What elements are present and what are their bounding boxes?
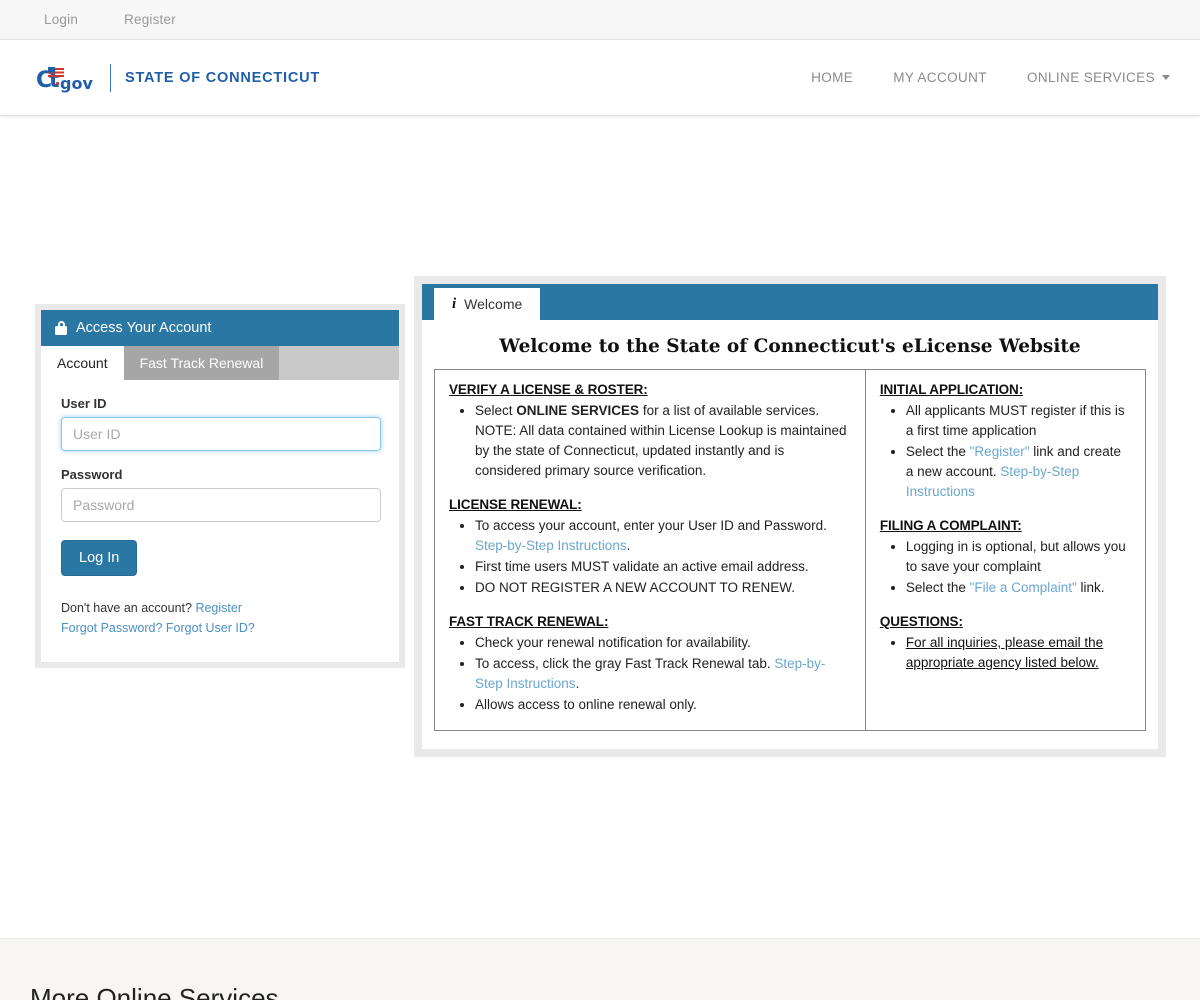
nav-item-my-account[interactable]: MY ACCOUNT	[893, 70, 987, 85]
register-quoted-link[interactable]: "Register"	[970, 444, 1030, 459]
step-by-step-instructions-link-renewal[interactable]: Step-by-Step Instructions	[475, 538, 627, 553]
complaint-list: Logging in is optional, but allows you t…	[880, 537, 1131, 598]
login-form: User ID Password Log In Don't have an ac…	[41, 380, 399, 662]
initial-text-a: Select the	[905, 444, 970, 459]
welcome-tabbar: i Welcome	[422, 284, 1158, 320]
renewal-list: To access your account, enter your User …	[449, 516, 851, 598]
login-card-header: Access Your Account	[41, 310, 399, 346]
list-item: For all inquiries, please email the appr…	[906, 633, 1131, 673]
list-item: Logging in is optional, but allows you t…	[906, 537, 1131, 577]
verify-text-bold: ONLINE SERVICES	[516, 403, 640, 418]
list-item: Select the "File a Complaint" link.	[906, 578, 1131, 598]
welcome-panel: i Welcome Welcome to the State of Connec…	[414, 276, 1166, 757]
list-item: To access your account, enter your User …	[475, 516, 851, 556]
nav-label-home: HOME	[811, 70, 854, 85]
password-label: Password	[61, 467, 123, 482]
welcome-grid: VERIFY A LICENSE & ROSTER: Select ONLINE…	[434, 369, 1146, 731]
list-item: Select the "Register" link and create a …	[906, 442, 1131, 502]
nav-item-online-services[interactable]: ONLINE SERVICES	[1027, 70, 1170, 85]
svg-text:gov: gov	[60, 74, 93, 93]
forgot-userid-link[interactable]: Forgot User ID?	[166, 621, 255, 635]
main-content: Access Your Account Account Fast Track R…	[0, 116, 1200, 1000]
nav-item-home[interactable]: HOME	[811, 70, 853, 85]
login-tab-strip: Account Fast Track Renewal	[41, 346, 399, 380]
section-heading-fast-track: FAST TRACK RENEWAL:	[449, 614, 609, 629]
register-link[interactable]: Register	[195, 601, 242, 615]
login-card: Access Your Account Account Fast Track R…	[35, 304, 405, 668]
tab-welcome[interactable]: i Welcome	[434, 288, 541, 320]
login-helper-links: Don't have an account? Register Forgot P…	[61, 598, 379, 638]
main-nav: HOME MY ACCOUNT ONLINE SERVICES	[771, 70, 1170, 85]
section-heading-questions: QUESTIONS:	[879, 614, 963, 629]
utility-link-register[interactable]: Register	[124, 12, 176, 27]
chevron-down-icon	[1162, 75, 1170, 80]
section-heading-initial-application: INITIAL APPLICATION:	[879, 382, 1024, 397]
no-account-text: Don't have an account?	[61, 601, 192, 615]
userid-input[interactable]	[61, 417, 381, 451]
brand-title: STATE OF CONNECTICUT	[125, 69, 321, 86]
utility-link-login[interactable]: Login	[44, 12, 78, 27]
verify-text-a: Select	[475, 403, 517, 418]
utility-bar: Login Register	[0, 0, 1200, 40]
site-header: C t gov STATE OF CONNECTICUT HOME MY ACC…	[0, 40, 1200, 116]
tab-fast-track-renewal[interactable]: Fast Track Renewal	[123, 346, 280, 380]
renewal-text-b: .	[626, 538, 631, 553]
renewal-text-a: To access your account, enter your User …	[475, 518, 827, 533]
questions-list: For all inquiries, please email the appr…	[880, 633, 1131, 673]
info-icon: i	[452, 295, 457, 312]
file-a-complaint-link[interactable]: "File a Complaint"	[970, 580, 1077, 595]
footer-more-online-services: More Online Services Activities Initial …	[0, 938, 1200, 1000]
lock-icon	[55, 321, 67, 335]
section-heading-verify: VERIFY A LICENSE & ROSTER:	[449, 382, 648, 397]
list-item: Select ONLINE SERVICES for a list of ava…	[475, 401, 851, 481]
list-item: To access, click the gray Fast Track Ren…	[475, 654, 851, 694]
brand-divider	[110, 63, 111, 92]
tab-account[interactable]: Account	[41, 346, 124, 380]
list-item: Allows access to online renewal only.	[475, 695, 851, 715]
nav-label-my-account: MY ACCOUNT	[893, 70, 987, 85]
complaint-text-a: Select the	[905, 580, 970, 595]
log-in-button[interactable]: Log In	[61, 540, 138, 576]
password-input[interactable]	[61, 488, 381, 522]
list-item: All applicants MUST register if this is …	[906, 401, 1131, 441]
welcome-body: Welcome to the State of Connecticut's eL…	[422, 320, 1158, 749]
fasttrack-list: Check your renewal notification for avai…	[449, 633, 851, 715]
fasttrack-text-a: To access, click the gray Fast Track Ren…	[475, 656, 775, 671]
welcome-title: Welcome to the State of Connecticut's eL…	[499, 336, 1081, 357]
forgot-password-link[interactable]: Forgot Password?	[61, 621, 162, 635]
email-agency-link[interactable]: For all inquiries, please email the appr…	[906, 635, 1103, 670]
list-item: First time users MUST validate an active…	[475, 557, 851, 577]
tab-welcome-label: Welcome	[464, 296, 523, 312]
userid-label: User ID	[61, 396, 107, 411]
nav-label-online-services: ONLINE SERVICES	[1026, 70, 1155, 85]
initial-application-list: All applicants MUST register if this is …	[880, 401, 1131, 502]
login-card-title: Access Your Account	[76, 320, 212, 336]
welcome-column-left: VERIFY A LICENSE & ROSTER: Select ONLINE…	[435, 370, 866, 730]
welcome-column-right: INITIAL APPLICATION: All applicants MUST…	[866, 370, 1145, 730]
ct-gov-logo-icon[interactable]: C t gov	[36, 63, 98, 93]
section-heading-filing-complaint: FILING A COMPLAINT:	[879, 518, 1022, 533]
fasttrack-text-b: .	[575, 676, 580, 691]
list-item: Check your renewal notification for avai…	[475, 633, 851, 653]
list-item: DO NOT REGISTER A NEW ACCOUNT TO RENEW.	[475, 578, 851, 598]
section-heading-license-renewal: LICENSE RENEWAL:	[449, 497, 582, 512]
footer-heading: More Online Services	[30, 983, 279, 1000]
brand-lockup[interactable]: C t gov STATE OF CONNECTICUT	[36, 63, 320, 93]
verify-list: Select ONLINE SERVICES for a list of ava…	[449, 401, 851, 481]
complaint-text-b: link.	[1076, 580, 1105, 595]
